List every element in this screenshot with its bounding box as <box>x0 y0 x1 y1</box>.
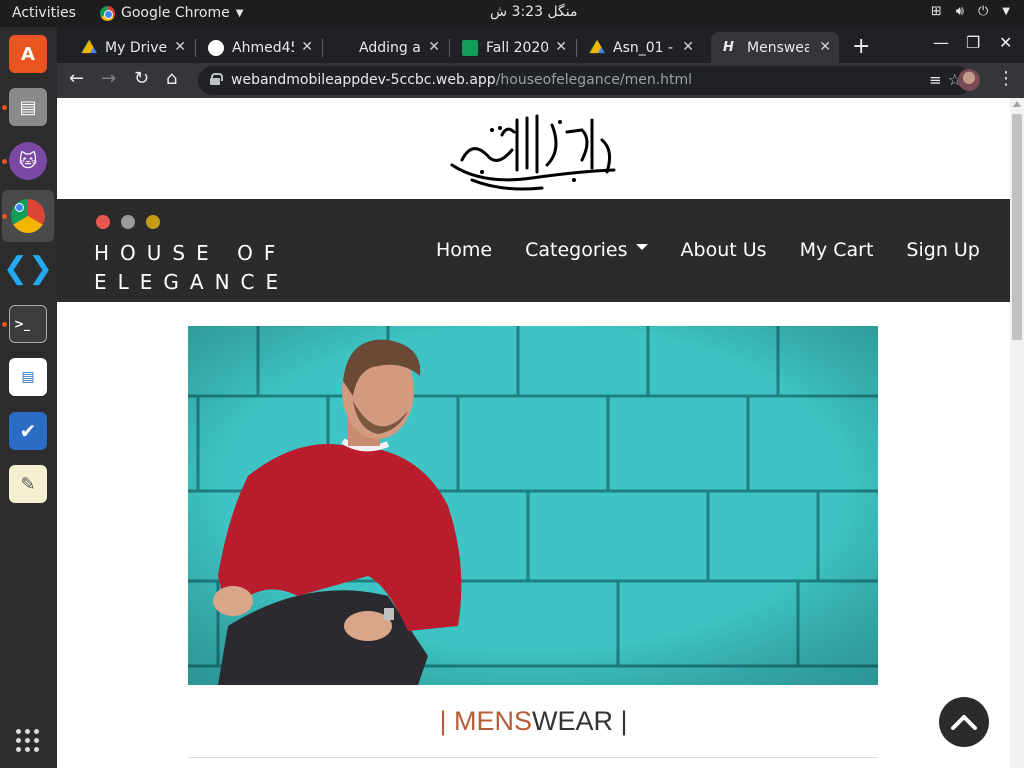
blank-icon <box>335 40 351 56</box>
window-dots <box>96 215 160 229</box>
brand-line-1: HOUSE OF <box>94 241 287 265</box>
back-button[interactable]: ← <box>69 68 84 89</box>
close-tab-icon[interactable]: ✕ <box>682 39 694 55</box>
close-window-button[interactable]: ✕ <box>999 33 1012 52</box>
dot-gold <box>146 215 160 229</box>
chrome-dock-icon[interactable] <box>2 190 54 242</box>
back-to-top-button[interactable] <box>939 697 989 747</box>
nav-home[interactable]: Home <box>436 239 492 261</box>
profile-avatar[interactable] <box>958 69 980 91</box>
google-drive-icon <box>589 39 605 54</box>
tab-my-drive[interactable]: My Drive ✕ <box>69 32 194 63</box>
text-editor-icon[interactable]: ✎ <box>9 465 47 503</box>
chevron-down-icon: ▼ <box>1002 6 1010 17</box>
heading-rest: WEAR <box>532 706 613 736</box>
volume-icon: 🔊︎ <box>955 4 964 19</box>
tasks-icon[interactable]: ✔ <box>9 412 47 450</box>
web-page: HOUSE OF ELEGANCE Home Categories About … <box>57 98 1010 768</box>
writer-icon[interactable]: ▤ <box>9 358 47 396</box>
dot-grey <box>121 215 135 229</box>
system-top-bar: Activities Google Chrome ▼ منگل 3:23 ش ⊞… <box>0 0 1024 27</box>
power-icon: ⏻ <box>978 4 989 19</box>
heading-bar-left: | <box>439 706 447 736</box>
heading-accent: MENS <box>453 706 532 736</box>
close-tab-icon[interactable]: ✕ <box>301 39 313 55</box>
scroll-up-arrow-icon[interactable] <box>1013 101 1021 107</box>
site-navbar: HOUSE OF ELEGANCE Home Categories About … <box>57 199 1010 302</box>
tab-menswear[interactable]: H Menswea ✕ <box>711 32 839 63</box>
chevron-down-icon: ▼ <box>235 7 244 19</box>
media-control-icon[interactable]: ≡ <box>929 71 942 89</box>
app-name: Google Chrome <box>121 5 230 21</box>
tab-asn[interactable]: Asn_01 - ✕ <box>577 32 702 63</box>
activities-button[interactable]: Activities <box>12 5 76 21</box>
nav-sign-up[interactable]: Sign Up <box>906 239 979 261</box>
file-manager-icon[interactable]: ▤ <box>9 88 47 126</box>
vscode-icon[interactable]: ❮❯ <box>3 249 53 287</box>
page-scrollbar[interactable] <box>1010 98 1024 768</box>
minimize-button[interactable]: — <box>933 33 949 52</box>
maximize-button[interactable]: ❐ <box>966 33 980 52</box>
forward-button[interactable]: → <box>101 68 116 89</box>
google-drive-icon <box>81 39 97 54</box>
caret-down-icon <box>635 243 648 250</box>
nav-about-us[interactable]: About Us <box>681 239 767 261</box>
tab-github[interactable]: Ahmed45 ✕ <box>196 32 321 63</box>
chrome-icon <box>100 5 115 21</box>
brand-logo[interactable]: HOUSE OF ELEGANCE <box>94 239 314 297</box>
scrollbar-thumb[interactable] <box>1012 114 1022 340</box>
tab-strip: My Drive ✕ Ahmed45 ✕ Adding a ✕ Fall 202… <box>57 27 1024 63</box>
network-icon: ⊞ <box>930 4 942 19</box>
show-apps-icon[interactable] <box>16 729 40 753</box>
site-icon: H <box>723 39 734 55</box>
close-tab-icon[interactable]: ✕ <box>428 39 440 55</box>
terminal-icon[interactable]: >_ <box>9 305 47 343</box>
divider <box>188 757 878 758</box>
system-tray[interactable]: ⊞ 🔊︎ ⏻ ▼ <box>931 4 1010 19</box>
close-tab-icon[interactable]: ✕ <box>174 39 186 55</box>
ubuntu-dock: A ▤ 🐱︎ ❮❯ >_ ▤ ✔ ✎ <box>0 27 57 768</box>
url-text[interactable]: webandmobileappdev-5ccbc.web.app/houseof… <box>231 72 692 88</box>
app-menu[interactable]: Google Chrome ▼ <box>100 5 243 21</box>
reload-button[interactable]: ↻ <box>134 68 149 89</box>
new-tab-button[interactable]: + <box>852 34 870 59</box>
more-menu-icon[interactable]: ⋮ <box>997 68 1015 89</box>
tab-fall-2020[interactable]: Fall 2020 ✕ <box>450 32 575 63</box>
section-heading: | MENSWEAR | <box>57 706 1010 737</box>
close-tab-icon[interactable]: ✕ <box>819 39 831 55</box>
github-desktop-icon[interactable]: 🐱︎ <box>9 142 47 180</box>
google-sheets-icon <box>462 39 478 56</box>
clock[interactable]: منگل 3:23 ش <box>490 4 578 20</box>
hero-image <box>188 326 878 685</box>
home-button[interactable]: ⌂ <box>166 68 177 89</box>
heading-bar-right: | <box>620 706 628 736</box>
nav-categories[interactable]: Categories <box>525 239 648 261</box>
brand-line-2: ELEGANCE <box>94 270 290 294</box>
dot-red <box>96 215 110 229</box>
calligraphy-logo <box>450 114 616 191</box>
github-icon <box>208 39 224 56</box>
software-center-icon[interactable]: A <box>9 35 47 73</box>
tab-adding[interactable]: Adding a ✕ <box>323 32 448 63</box>
nav-links: Home Categories About Us My Cart Sign Up <box>436 239 980 261</box>
browser-toolbar: ← → ↻ ⌂ webandmobileappdev-5ccbc.web.app… <box>57 63 1024 98</box>
address-bar[interactable]: webandmobileappdev-5ccbc.web.app/houseof… <box>198 66 972 95</box>
close-tab-icon[interactable]: ✕ <box>555 39 567 55</box>
chevron-up-icon <box>951 715 977 730</box>
nav-my-cart[interactable]: My Cart <box>800 239 874 261</box>
lock-icon <box>210 73 223 85</box>
